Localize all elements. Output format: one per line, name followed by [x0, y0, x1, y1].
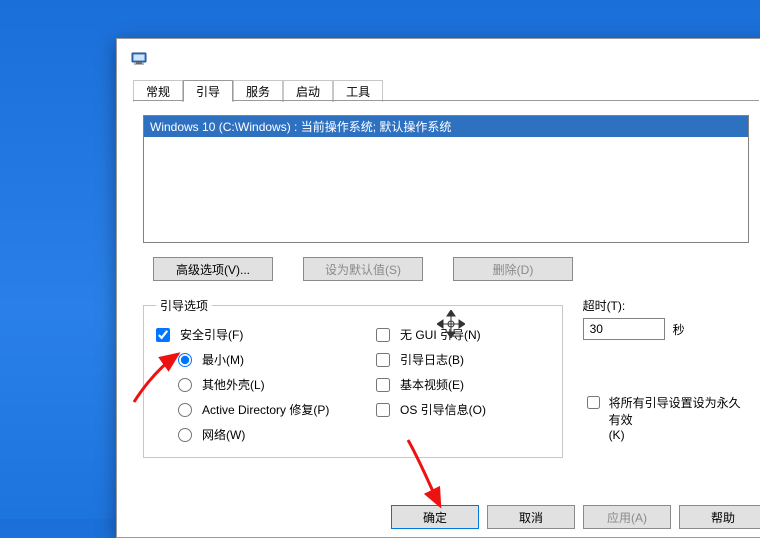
app-icon: [131, 50, 147, 66]
boot-buttons-row: 高级选项(V)... 设为默认值(S) 删除(D): [143, 257, 749, 281]
safeboot-ad-repair-label: Active Directory 修复(P): [202, 401, 329, 418]
timeout-group: 超时(T): 秒: [583, 297, 749, 340]
boot-entry-selected[interactable]: Windows 10 (C:\Windows) : 当前操作系统; 默认操作系统: [144, 116, 748, 137]
boot-entries-listbox[interactable]: Windows 10 (C:\Windows) : 当前操作系统; 默认操作系统: [143, 115, 749, 243]
tab-services[interactable]: 服务: [233, 80, 283, 102]
base-video-checkbox[interactable]: [376, 378, 390, 392]
tab-boot[interactable]: 引导: [183, 80, 233, 102]
tab-general[interactable]: 常规: [133, 80, 183, 102]
tab-startup[interactable]: 启动: [283, 80, 333, 102]
boot-options-group: 引导选项 安全引导(F) 最小(M): [143, 297, 563, 458]
apply-button: 应用(A): [583, 505, 671, 529]
safeboot-minimal-radio[interactable]: [178, 353, 192, 367]
safeboot-minimal-label: 最小(M): [202, 351, 244, 368]
titlebar[interactable]: [117, 39, 760, 77]
client-area: 常规 引导 服务 启动 工具 Windows 10 (C:\Windows) :…: [117, 77, 760, 476]
boot-log-checkbox[interactable]: [376, 353, 390, 367]
no-gui-boot-label: 无 GUI 引导(N): [400, 326, 481, 343]
help-button[interactable]: 帮助: [679, 505, 760, 529]
safeboot-altshell-label: 其他外壳(L): [202, 376, 265, 393]
set-default-button: 设为默认值(S): [303, 257, 423, 281]
safe-boot-label: 安全引导(F): [180, 326, 243, 343]
tab-strip: 常规 引导 服务 启动 工具: [133, 77, 759, 101]
ok-button[interactable]: 确定: [391, 505, 479, 529]
safeboot-altshell-radio[interactable]: [178, 378, 192, 392]
permanent-checkbox[interactable]: [587, 396, 600, 409]
permanent-label-line1: 将所有引导设置设为永久有效: [609, 394, 749, 428]
timeout-unit: 秒: [673, 321, 685, 338]
permanent-row: 将所有引导设置设为永久有效 (K): [583, 394, 749, 442]
advanced-options-button[interactable]: 高级选项(V)...: [153, 257, 273, 281]
base-video-label: 基本视频(E): [400, 376, 464, 393]
boot-options-legend: 引导选项: [156, 297, 212, 314]
no-gui-boot-checkbox[interactable]: [376, 328, 390, 342]
lower-section: 引导选项 安全引导(F) 最小(M): [143, 297, 749, 458]
msconfig-window: 常规 引导 服务 启动 工具 Windows 10 (C:\Windows) :…: [116, 38, 760, 538]
os-boot-info-label: OS 引导信息(O): [400, 401, 486, 418]
permanent-label-line2: (K): [609, 428, 749, 442]
safe-boot-checkbox[interactable]: [156, 328, 170, 342]
boot-options-right-col: 无 GUI 引导(N) 引导日志(B) 基本视频(E): [376, 322, 550, 447]
cancel-button[interactable]: 取消: [487, 505, 575, 529]
safeboot-ad-repair-radio[interactable]: [178, 403, 192, 417]
tab-body-boot: Windows 10 (C:\Windows) : 当前操作系统; 默认操作系统…: [133, 101, 759, 468]
timeout-label: 超时(T):: [583, 297, 749, 314]
safeboot-network-radio[interactable]: [178, 428, 192, 442]
boot-options-left-col: 安全引导(F) 最小(M) 其他外壳(L): [156, 322, 376, 447]
safeboot-network-label: 网络(W): [202, 426, 245, 443]
dialog-button-row: 确定 取消 应用(A) 帮助: [391, 505, 760, 529]
timeout-input[interactable]: [583, 318, 665, 340]
os-boot-info-checkbox[interactable]: [376, 403, 390, 417]
tab-tools[interactable]: 工具: [333, 80, 383, 102]
boot-log-label: 引导日志(B): [400, 351, 464, 368]
timeout-column: 超时(T): 秒 将所有引导设置设为永久有效 (K): [583, 297, 749, 458]
delete-button: 删除(D): [453, 257, 573, 281]
